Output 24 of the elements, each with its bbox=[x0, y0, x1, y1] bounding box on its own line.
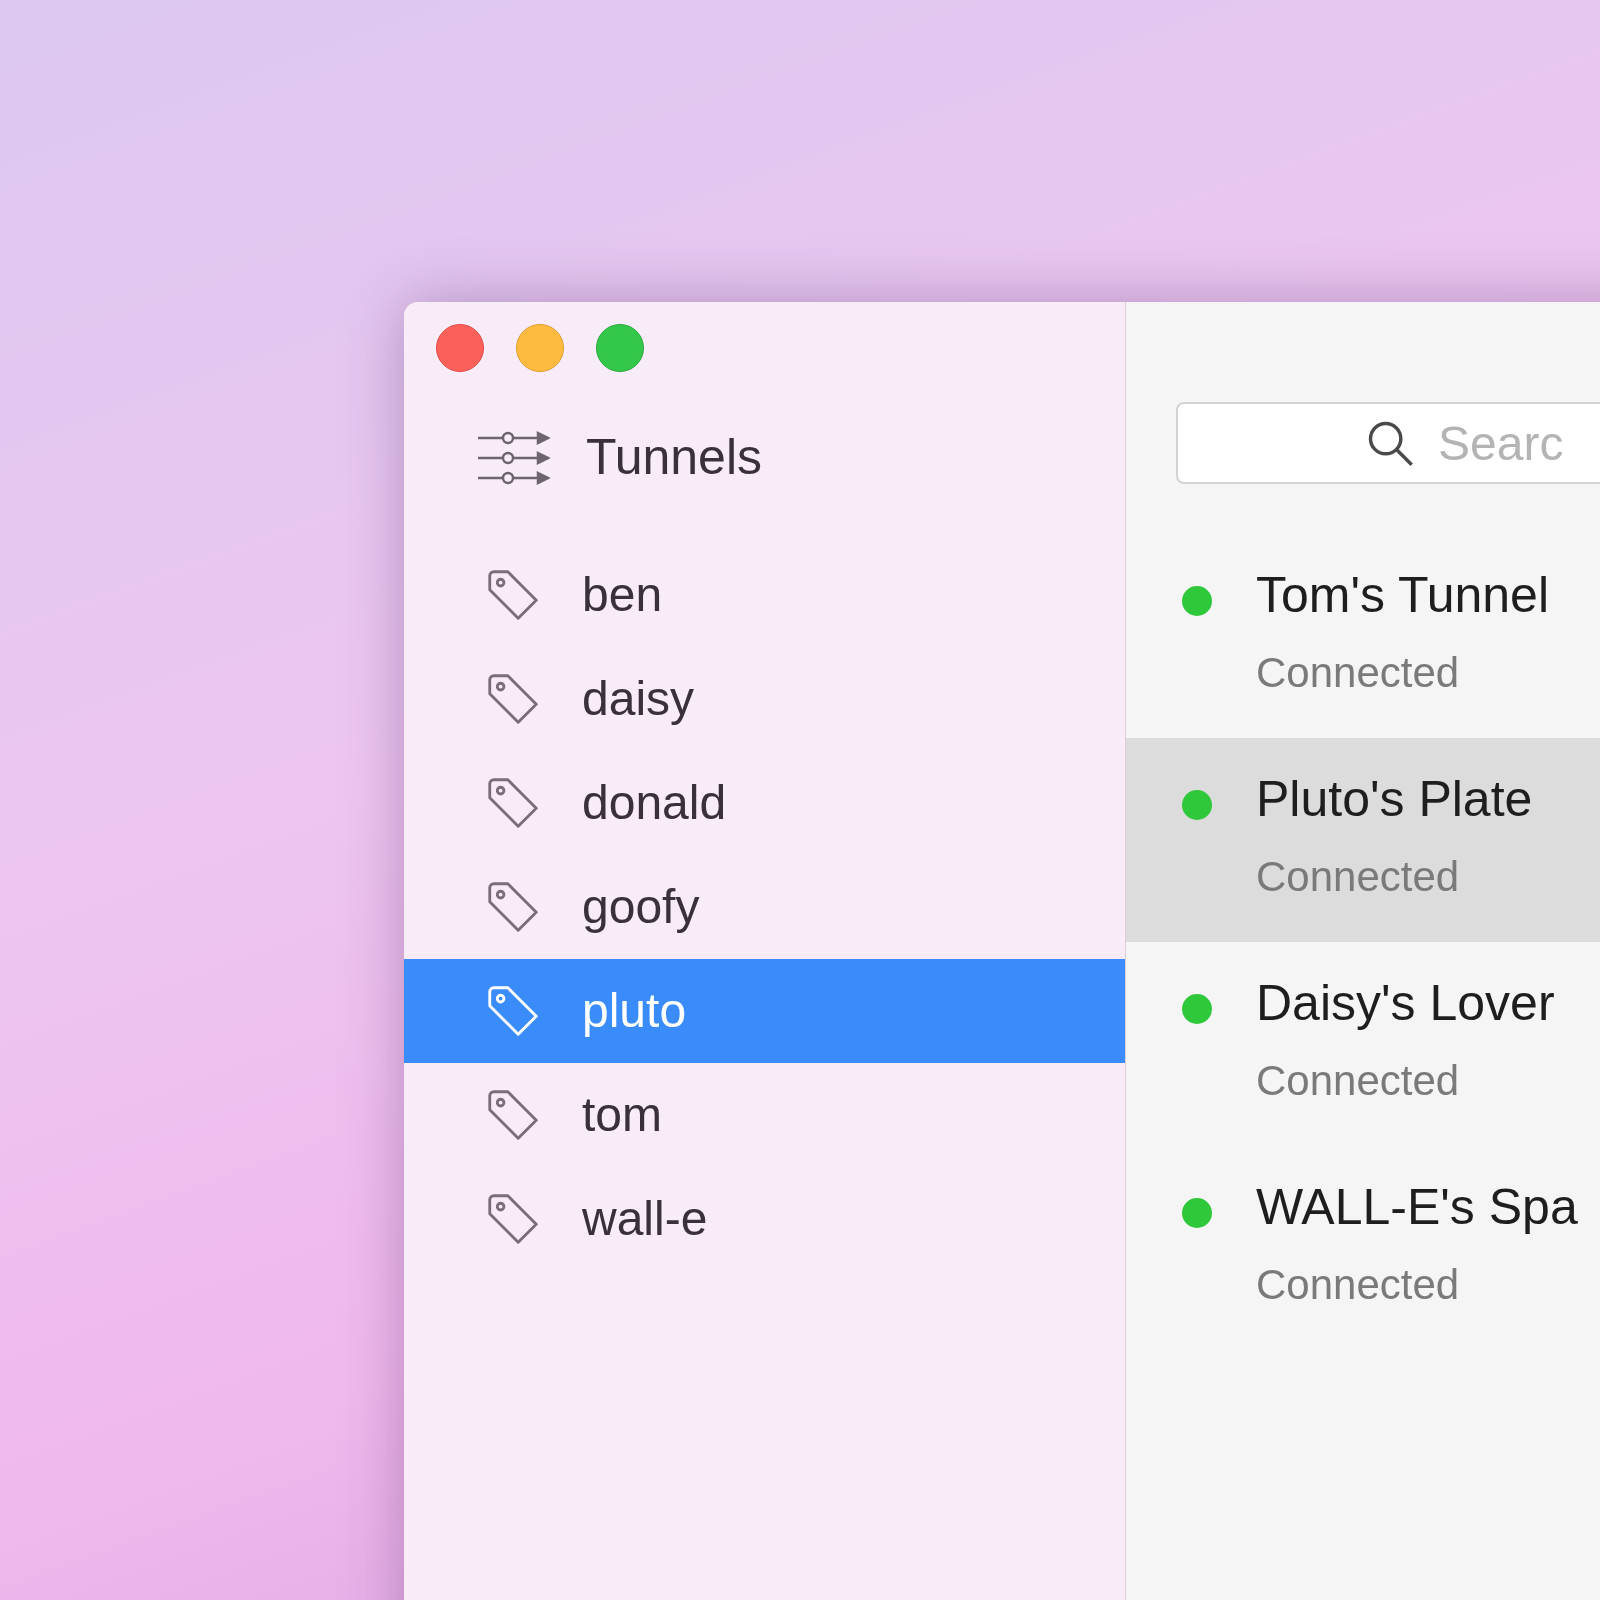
sliders-icon bbox=[476, 429, 550, 486]
tunnel-status: Connected bbox=[1256, 647, 1461, 698]
sidebar-item[interactable]: goofy bbox=[404, 855, 1125, 959]
tunnel-row[interactable]: Daisy's Lover Connected bbox=[1126, 942, 1600, 1146]
tunnel-status: Connected bbox=[1256, 1259, 1461, 1310]
sidebar-item[interactable]: daisy bbox=[404, 647, 1125, 751]
sidebar-item[interactable]: tom bbox=[404, 1063, 1125, 1167]
tunnel-row[interactable]: WALL-E's Spa Connected bbox=[1126, 1146, 1600, 1350]
sidebar-item[interactable]: ben bbox=[404, 543, 1125, 647]
close-button[interactable] bbox=[436, 324, 484, 372]
tunnel-status: Connected bbox=[1256, 851, 1461, 902]
search-field[interactable]: Searc bbox=[1176, 402, 1600, 484]
tunnel-row[interactable]: Tom's Tunnel Connected bbox=[1126, 534, 1600, 738]
sidebar-title: Tunnels bbox=[586, 428, 763, 487]
tunnel-name: WALL-E's Spa bbox=[1256, 1178, 1578, 1237]
zoom-button[interactable] bbox=[596, 324, 644, 372]
sidebar-item[interactable]: wall-e bbox=[404, 1167, 1125, 1271]
minimize-button[interactable] bbox=[516, 324, 564, 372]
tunnel-row[interactable]: Pluto's Plate Connected bbox=[1126, 738, 1600, 942]
tunnel-status: Connected bbox=[1256, 1055, 1461, 1106]
tunnel-name: Tom's Tunnel bbox=[1256, 566, 1550, 625]
tunnel-name: Daisy's Lover bbox=[1256, 974, 1555, 1033]
sidebar-item[interactable]: donald bbox=[404, 751, 1125, 855]
tunnel-name: Pluto's Plate bbox=[1256, 770, 1533, 829]
